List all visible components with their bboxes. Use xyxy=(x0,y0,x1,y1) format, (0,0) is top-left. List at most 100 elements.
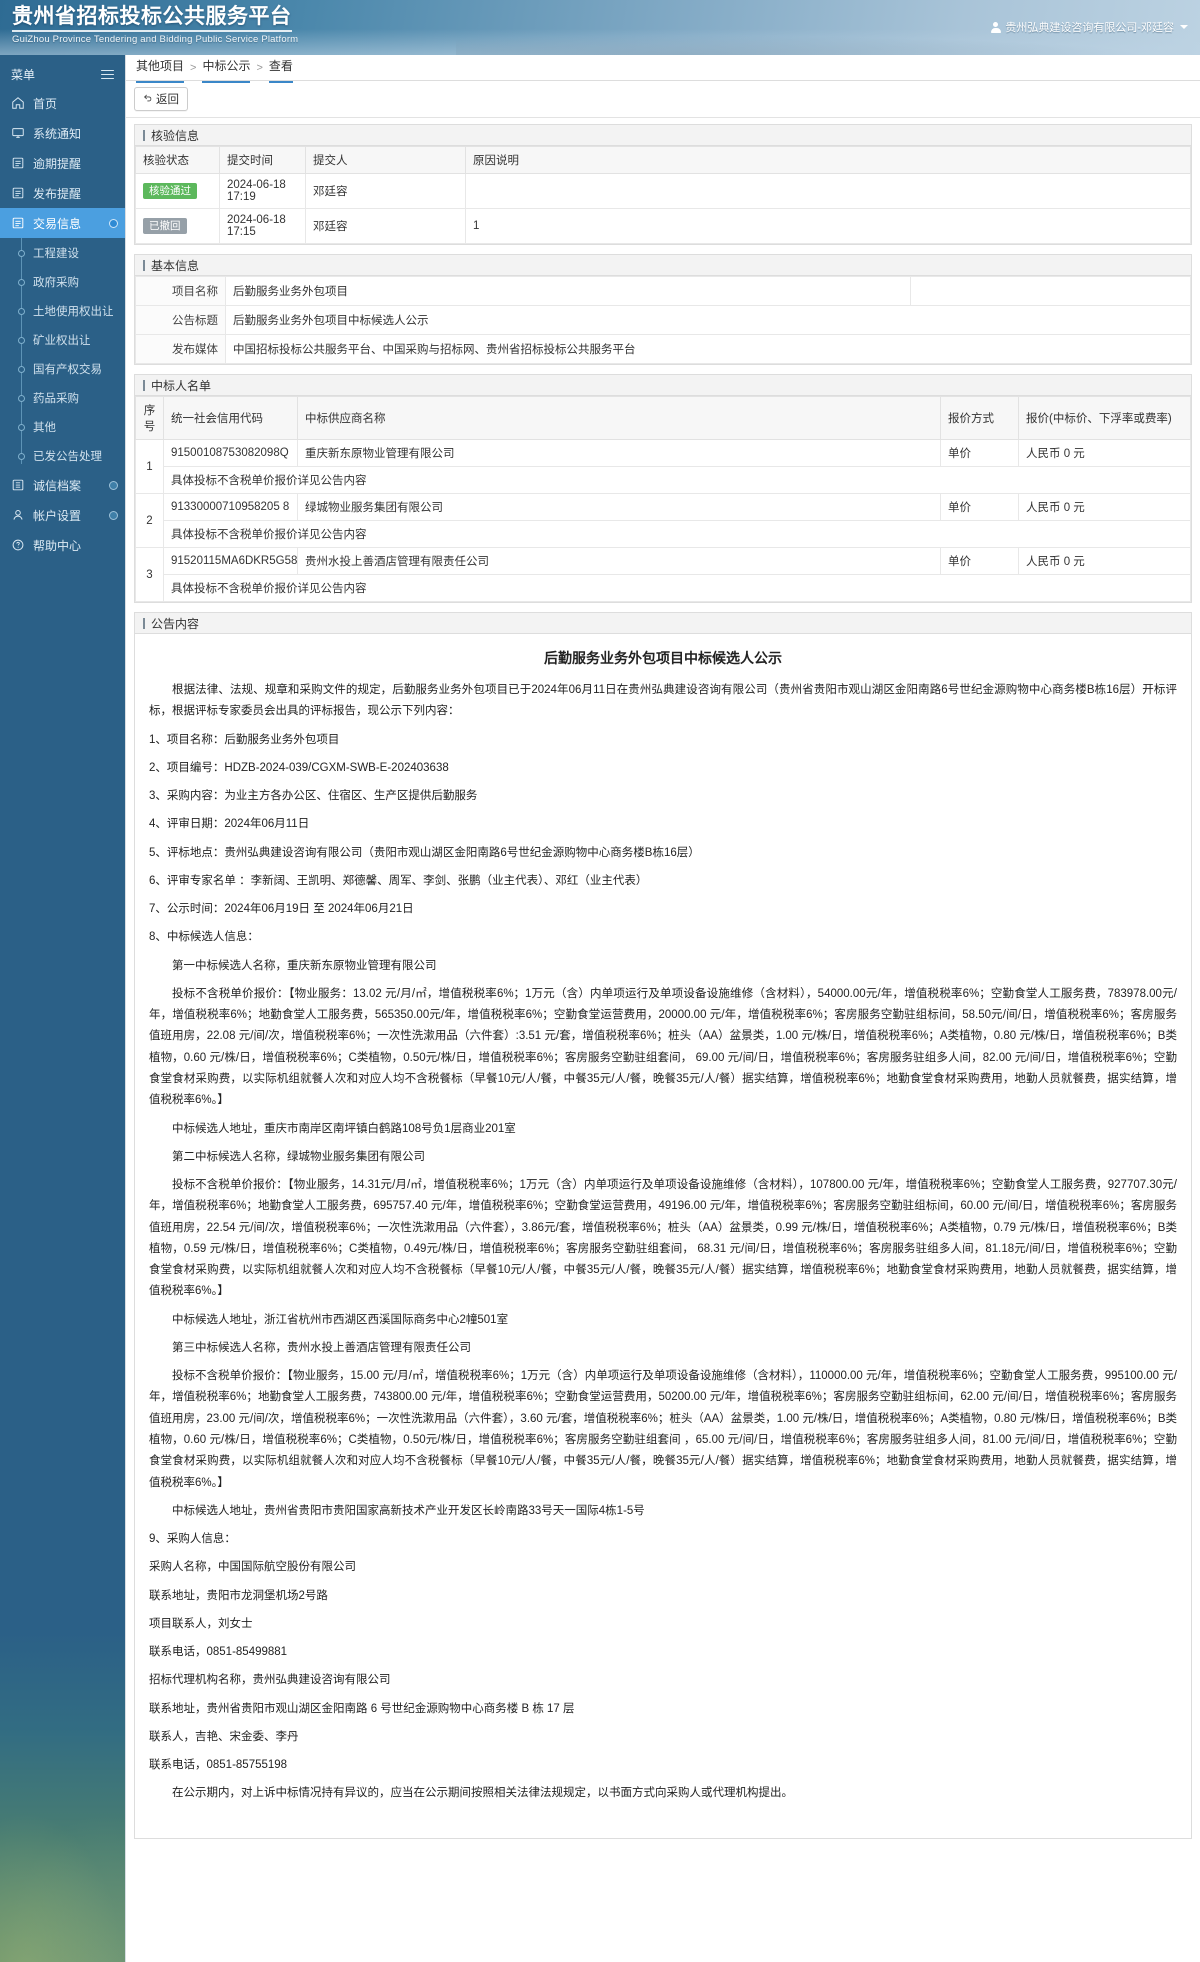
sidebar-subitem-other[interactable]: 其他 xyxy=(0,412,125,441)
sidebar-subitem-drug-procurement[interactable]: 药品采购 xyxy=(0,383,125,412)
announcement-paragraph: 9、采购人信息： xyxy=(149,1529,1177,1550)
sidebar-subitem-land-use-right[interactable]: 土地使用权出让 xyxy=(0,296,125,325)
field-label: 发布媒体 xyxy=(136,335,226,364)
column-header-submit-time: 提交时间 xyxy=(220,147,306,174)
sidebar-item-label: 逾期提醒 xyxy=(33,155,81,172)
sidebar-subitem-label: 已发公告处理 xyxy=(33,448,102,464)
row-index-cell: 3 xyxy=(136,548,164,602)
announcement-paragraph: 联系电话，0851-85499881 xyxy=(149,1642,1177,1663)
price-note-cell: 具体投标不含税单价报价详见公告内容 xyxy=(164,521,1191,548)
sidebar-item-overdue-reminder[interactable]: 逾期提醒 xyxy=(0,148,125,178)
announcement-paragraph: 投标不含税单价报价：【物业服务：13.02 元/月/㎡，增值税税率6%；1万元（… xyxy=(149,984,1177,1112)
credit-code-cell: 91500108753082098Q xyxy=(164,440,298,467)
row-index-cell: 2 xyxy=(136,494,164,548)
toolbar: 返回 xyxy=(126,81,1200,118)
table-header-row: 序号 统一社会信用代码 中标供应商名称 报价方式 报价(中标价、下浮率或费率) xyxy=(136,397,1191,440)
sidebar-item-label: 首页 xyxy=(33,95,57,112)
table-row: 3 91520115MA6DKR5G58 贵州水投上善酒店管理有限责任公司 单价… xyxy=(136,548,1191,575)
announcement-paragraph: 中标候选人地址，浙江省杭州市西湖区西溪国际商务中心2幢501室 xyxy=(149,1310,1177,1331)
user-name-label: 贵州弘典建设咨询有限公司-邓廷容 xyxy=(1005,19,1174,35)
column-header-price: 报价(中标价、下浮率或费率) xyxy=(1019,397,1191,440)
column-header-status: 核验状态 xyxy=(136,147,220,174)
sidebar-subitem-label: 土地使用权出让 xyxy=(33,303,114,319)
sidebar-item-help-center[interactable]: 帮助中心 xyxy=(0,530,125,560)
main-content: 其他项目 > 中标公示 > 查看 返回 xyxy=(125,55,1200,1962)
announcement-doc-title: 后勤服务业务外包项目中标候选人公示 xyxy=(149,648,1177,668)
breadcrumb-separator-icon: > xyxy=(190,62,196,74)
breadcrumb-item-view[interactable]: 查看 xyxy=(269,57,293,78)
credit-code-cell: 91520115MA6DKR5G58 xyxy=(164,548,298,575)
table-row: 核验通过 2024-06-18 17:19 邓廷容 xyxy=(136,174,1191,209)
sidebar-subitem-state-property[interactable]: 国有产权交易 xyxy=(0,354,125,383)
verification-panel-title: 核验信息 xyxy=(151,127,199,144)
brand-title-cn: 贵州省招标投标公共服务平台 xyxy=(12,4,292,32)
menu-header: 菜单 xyxy=(0,61,125,88)
status-badge: 已撤回 xyxy=(143,218,187,235)
column-header-supplier: 中标供应商名称 xyxy=(298,397,941,440)
announcement-paragraph: 7、公示时间：2024年06月19日 至 2024年06月21日 xyxy=(149,899,1177,920)
user-menu[interactable]: 贵州弘典建设咨询有限公司-邓廷容 xyxy=(990,19,1188,35)
breadcrumb-item-other-project[interactable]: 其他项目 xyxy=(136,57,184,78)
breadcrumb-item-win-notice[interactable]: 中标公示 xyxy=(202,57,250,78)
sidebar-item-account-settings[interactable]: 帐户设置 xyxy=(0,500,125,530)
brand: 贵州省招标投标公共服务平台 GuiZhou Province Tendering… xyxy=(12,4,298,45)
section-marker-icon xyxy=(143,260,145,271)
sidebar-item-label: 交易信息 xyxy=(33,215,81,232)
hamburger-icon[interactable] xyxy=(101,67,114,82)
announcement-paragraph: 中标候选人地址，重庆市南岸区南坪镇白鹤路108号负1层商业201室 xyxy=(149,1119,1177,1140)
announcement-paragraph: 联系地址，贵阳市龙洞堡机场2号路 xyxy=(149,1586,1177,1607)
submitter-cell: 邓廷容 xyxy=(306,174,466,209)
sidebar-subitem-mining-right[interactable]: 矿业权出让 xyxy=(0,325,125,354)
expand-indicator-icon xyxy=(109,511,118,520)
sidebar-subitem-gov-procurement[interactable]: 政府采购 xyxy=(0,267,125,296)
price-cell: 人民币 0 元 xyxy=(1019,440,1191,467)
page-root: 贵州省招标投标公共服务平台 GuiZhou Province Tendering… xyxy=(0,0,1200,1962)
bidder-list-panel: 中标人名单 序号 统一社会信用代码 中标供应商名称 报价方式 报价(中标价、下浮… xyxy=(134,374,1192,603)
sidebar-item-label: 帮助中心 xyxy=(33,537,81,554)
table-row: 已撤回 2024-06-18 17:15 邓廷容 1 xyxy=(136,209,1191,244)
reason-cell: 1 xyxy=(466,209,1191,244)
sidebar-item-transaction-info[interactable]: 交易信息 xyxy=(0,208,125,238)
price-method-cell: 单价 xyxy=(941,548,1019,575)
announcement-paragraph: 第三中标候选人名称，贵州水投上善酒店管理有限责任公司 xyxy=(149,1338,1177,1359)
undo-icon xyxy=(143,93,153,106)
sidebar-item-label: 诚信档案 xyxy=(33,477,81,494)
sidebar-subitem-published-notice[interactable]: 已发公告处理 xyxy=(0,441,125,470)
info-row-project-name: 项目名称 后勤服务业务外包项目 xyxy=(136,277,1191,306)
sidebar-item-system-notice[interactable]: 系统通知 xyxy=(0,118,125,148)
sidebar-subitem-engineering[interactable]: 工程建设 xyxy=(0,238,125,267)
field-value-publish-media: 中国招标投标公共服务平台、中国采购与招标网、贵州省招标投标公共服务平台 xyxy=(226,335,1191,364)
breadcrumb: 其他项目 > 中标公示 > 查看 xyxy=(126,55,1200,81)
status-badge: 核验通过 xyxy=(143,183,197,200)
announcement-paragraph: 招标代理机构名称，贵州弘典建设咨询有限公司 xyxy=(149,1670,1177,1691)
info-row-publish-media: 发布媒体 中国招标投标公共服务平台、中国采购与招标网、贵州省招标投标公共服务平台 xyxy=(136,335,1191,364)
status-cell: 核验通过 xyxy=(136,174,220,209)
submit-time-cell: 2024-06-18 17:15 xyxy=(220,209,306,244)
sidebar-background-image xyxy=(0,1632,125,1962)
announcement-panel-title: 公告内容 xyxy=(151,615,199,632)
sidebar-subitem-label: 其他 xyxy=(33,419,56,435)
sidebar-item-label: 发布提醒 xyxy=(33,185,81,202)
announcement-paragraph: 根据法律、法规、规章和采购文件的规定，后勤服务业务外包项目已于2024年06月1… xyxy=(149,680,1177,723)
column-header-price-method: 报价方式 xyxy=(941,397,1019,440)
announcement-paragraph: 第二中标候选人名称，绿城物业服务集团有限公司 xyxy=(149,1147,1177,1168)
column-header-index: 序号 xyxy=(136,397,164,440)
announcement-paragraph: 投标不含税单价报价：【物业服务，15.00 元/月/㎡，增值税税率6%；1万元（… xyxy=(149,1366,1177,1494)
status-cell: 已撤回 xyxy=(136,209,220,244)
column-header-submitter: 提交人 xyxy=(306,147,466,174)
sidebar-item-home[interactable]: 首页 xyxy=(0,88,125,118)
verification-panel: 核验信息 核验状态 提交时间 提交人 原因说明 xyxy=(134,124,1192,245)
bidder-list-panel-title: 中标人名单 xyxy=(151,377,211,394)
section-marker-icon xyxy=(143,130,145,141)
archive-icon xyxy=(11,478,25,492)
supplier-name-cell: 贵州水投上善酒店管理有限责任公司 xyxy=(298,548,941,575)
doc-icon xyxy=(11,186,25,200)
brand-title-en: GuiZhou Province Tendering and Bidding P… xyxy=(12,34,298,45)
back-button[interactable]: 返回 xyxy=(134,87,188,111)
sidebar-item-label: 帐户设置 xyxy=(33,507,81,524)
sidebar-item-publish-reminder[interactable]: 发布提醒 xyxy=(0,178,125,208)
sidebar-item-credit-archive[interactable]: 诚信档案 xyxy=(0,470,125,500)
price-note-cell: 具体投标不含税单价报价详见公告内容 xyxy=(164,575,1191,602)
price-cell: 人民币 0 元 xyxy=(1019,548,1191,575)
chevron-down-icon xyxy=(1180,25,1188,29)
